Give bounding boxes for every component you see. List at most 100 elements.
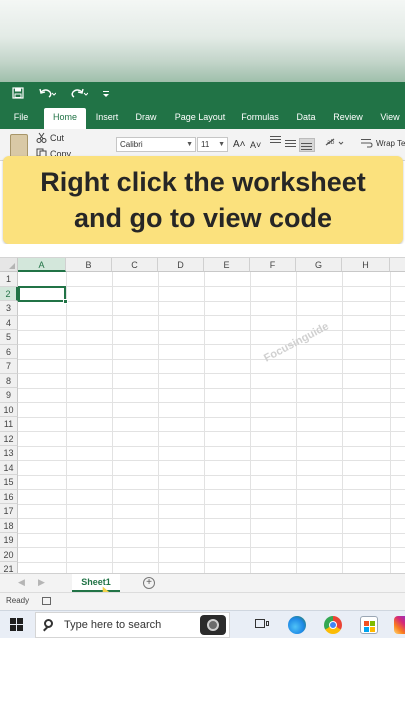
grid-line [18, 387, 405, 389]
row-header[interactable]: 13 [0, 446, 18, 461]
column-header-d[interactable]: D [158, 258, 204, 272]
grid-line [18, 532, 405, 534]
column-header-f[interactable]: F [250, 258, 296, 272]
row-header[interactable]: 6 [0, 344, 18, 359]
ribbon-tabs: File Home Insert Draw Page Layout Formul… [0, 108, 405, 129]
paste-icon[interactable] [10, 134, 28, 158]
row-header[interactable]: 8 [0, 373, 18, 388]
grid-line [342, 272, 343, 573]
background-blur [0, 0, 405, 82]
column-header-c[interactable]: C [112, 258, 158, 272]
tab-formulas[interactable]: Formulas [236, 108, 284, 129]
chevron-right-icon[interactable]: ▶ [38, 577, 45, 588]
row-header[interactable]: 10 [0, 402, 18, 417]
tab-review[interactable]: Review [328, 108, 368, 129]
select-all-corner[interactable] [0, 258, 18, 272]
row-header[interactable]: 1 [0, 272, 18, 287]
grid-line [18, 489, 405, 490]
title-bar [0, 82, 405, 108]
status-ready: Ready [6, 596, 30, 605]
tab-insert[interactable]: Insert [90, 108, 124, 129]
row-header[interactable]: 4 [0, 315, 18, 330]
tab-file[interactable]: File [6, 108, 36, 129]
camera-icon[interactable] [200, 615, 226, 635]
save-icon[interactable] [12, 82, 24, 108]
column-header-i[interactable] [390, 258, 405, 272]
banner-line-2: and go to view code [73, 203, 333, 233]
fill-handle[interactable] [63, 299, 68, 304]
chevron-left-icon[interactable]: ◀ [18, 577, 25, 588]
align-bottom-icon[interactable] [299, 138, 315, 152]
grid-line [18, 460, 405, 461]
row-header[interactable]: 5 [0, 330, 18, 345]
row-header[interactable]: 3 [0, 301, 18, 316]
row-header[interactable]: 2 [0, 286, 18, 301]
font-size-value: 11 [201, 140, 210, 149]
row-header[interactable]: 19 [0, 533, 18, 548]
customize-toolbar-icon[interactable] [102, 82, 110, 108]
grid-line [18, 315, 405, 316]
selected-cell-a2[interactable] [18, 286, 68, 304]
sheet-tab-sheet1[interactable]: Sheet1 [72, 574, 120, 592]
wrap-text-button[interactable]: Wrap Te [376, 139, 405, 148]
row-header[interactable]: 7 [0, 359, 18, 374]
instagram-icon[interactable] [394, 616, 405, 634]
tab-page-layout[interactable]: Page Layout [170, 108, 230, 129]
windows-start-icon[interactable] [10, 618, 24, 632]
column-header-e[interactable]: E [204, 258, 250, 272]
font-size-select[interactable]: 11 ▼ [197, 137, 228, 152]
row-header[interactable]: 15 [0, 475, 18, 490]
row-header[interactable]: 11 [0, 417, 18, 432]
align-middle-icon[interactable] [285, 140, 297, 150]
tab-data[interactable]: Data [290, 108, 322, 129]
worksheet-grid[interactable]: A B C D E F G H 1 2 3 4 5 6 7 8 9 10 11 … [0, 258, 405, 573]
undo-icon[interactable] [38, 82, 57, 108]
orientation-icon[interactable]: ab [325, 137, 345, 149]
grow-font-button[interactable]: A˄ [233, 139, 246, 150]
row-header[interactable]: 14 [0, 460, 18, 475]
row-header[interactable]: 20 [0, 547, 18, 562]
chevron-down-icon: ▼ [218, 141, 225, 148]
row-header[interactable]: 16 [0, 489, 18, 504]
column-header-a[interactable]: A [18, 258, 66, 272]
grid-line [18, 373, 405, 374]
task-view-icon[interactable] [253, 616, 271, 634]
shrink-font-button[interactable]: A˅ [250, 140, 261, 150]
search-placeholder: Type here to search [64, 619, 162, 631]
grid-line [18, 329, 405, 331]
sheet-tab-bar: ◀ ▶ Sheet1 + [0, 573, 405, 592]
wrap-text-icon[interactable] [361, 138, 373, 150]
cut-icon[interactable] [36, 132, 47, 145]
grid-line [18, 547, 405, 548]
row-header[interactable]: 21 [0, 562, 18, 573]
chevron-down-icon: ▼ [186, 141, 193, 148]
grid-line [18, 561, 405, 563]
row-header[interactable]: 12 [0, 431, 18, 446]
font-name-select[interactable]: Calibri ▼ [116, 137, 196, 152]
grid-line [18, 300, 405, 302]
chrome-icon[interactable] [324, 616, 342, 634]
grid-line [158, 272, 159, 573]
plus-circle-icon[interactable]: + [143, 577, 155, 589]
grid-line [112, 272, 113, 573]
row-header[interactable]: 9 [0, 388, 18, 403]
column-header-b[interactable]: B [66, 258, 112, 272]
column-header-h[interactable]: H [342, 258, 390, 272]
column-header-g[interactable]: G [296, 258, 342, 272]
instruction-banner: Right click the worksheet and go to view… [3, 156, 403, 244]
edge-icon[interactable] [288, 616, 306, 634]
redo-icon[interactable] [70, 82, 89, 108]
accessibility-icon[interactable] [42, 597, 51, 605]
grid-line [18, 286, 405, 287]
font-name-value: Calibri [120, 140, 143, 149]
grid-line [18, 518, 405, 519]
status-bar: Ready [0, 592, 405, 610]
tab-draw[interactable]: Draw [130, 108, 162, 129]
row-header[interactable]: 18 [0, 518, 18, 533]
store-icon[interactable] [360, 616, 378, 634]
align-top-icon[interactable] [270, 136, 282, 146]
row-header[interactable]: 17 [0, 504, 18, 519]
cut-button[interactable]: Cut [50, 133, 64, 143]
tab-home[interactable]: Home [44, 108, 86, 129]
tab-view[interactable]: View [374, 108, 405, 129]
